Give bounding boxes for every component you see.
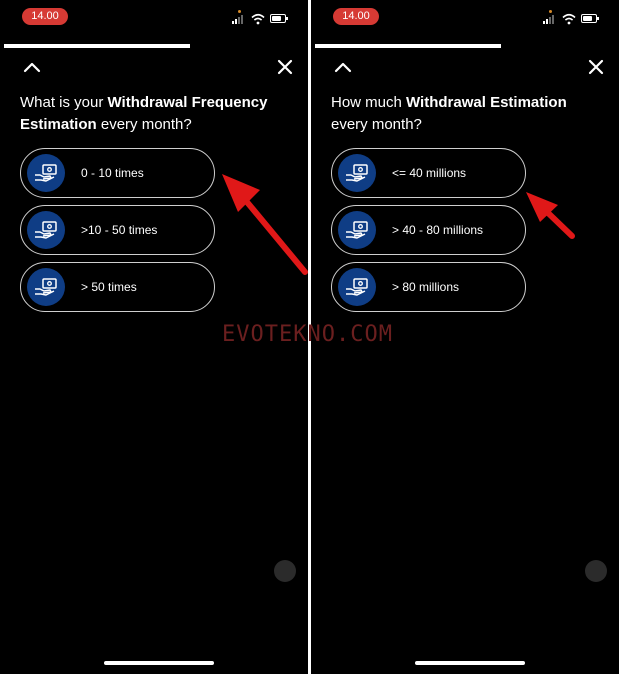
money-hand-icon [27,154,65,192]
privacy-indicator-dot [549,10,552,13]
home-indicator [415,661,525,665]
watermark: EVOTEKNO.COM [222,322,393,347]
battery-icon [581,14,599,23]
option-label: > 80 millions [392,280,460,294]
option-label: > 50 times [81,280,137,294]
progress-bar [315,44,501,48]
wifi-icon [251,13,265,25]
question-prefix: How much [331,94,407,111]
question-bold: Withdrawal Estimation [406,94,567,111]
question-suffix: every month? [96,116,192,133]
progress-fill [315,44,501,48]
progress-fill [4,44,190,48]
home-indicator [104,661,214,665]
option-up-to-40-millions[interactable]: <= 40 millions [331,148,526,198]
money-hand-icon [27,211,65,249]
status-icons [543,10,603,26]
close-icon[interactable] [274,56,296,78]
option-over-80-millions[interactable]: > 80 millions [331,262,526,312]
option-list: <= 40 millions > 40 - 80 millions > 80 m… [331,148,526,319]
option-label: > 40 - 80 millions [392,223,484,237]
close-icon[interactable] [585,56,607,78]
money-hand-icon [27,268,65,306]
option-over-50-times[interactable]: > 50 times [20,262,215,312]
chevron-up-icon[interactable] [21,56,43,78]
privacy-indicator-dot [238,10,241,13]
option-list: 0 - 10 times >10 - 50 times > 50 times [20,148,215,319]
cellular-signal-icon [232,14,244,24]
question-prefix: What is your [20,94,108,111]
floating-circle-button[interactable] [585,560,607,582]
cellular-signal-icon [543,14,555,24]
option-40-80-millions[interactable]: > 40 - 80 millions [331,205,526,255]
money-hand-icon [338,154,376,192]
status-icons [232,10,292,26]
chevron-up-icon[interactable] [332,56,354,78]
floating-circle-button[interactable] [274,560,296,582]
money-hand-icon [338,211,376,249]
option-10-50-times[interactable]: >10 - 50 times [20,205,215,255]
status-time: 14.00 [22,8,68,25]
question-text: How much Withdrawal Estimation every mon… [331,92,601,136]
question-suffix: every month? [331,116,422,133]
money-hand-icon [338,268,376,306]
option-label: 0 - 10 times [81,166,144,180]
option-label: <= 40 millions [392,166,467,180]
question-text: What is your Withdrawal Frequency Estima… [20,92,290,136]
option-0-10-times[interactable]: 0 - 10 times [20,148,215,198]
progress-bar [4,44,190,48]
option-label: >10 - 50 times [81,223,158,237]
wifi-icon [562,13,576,25]
status-time: 14.00 [333,8,379,25]
battery-icon [270,14,288,23]
